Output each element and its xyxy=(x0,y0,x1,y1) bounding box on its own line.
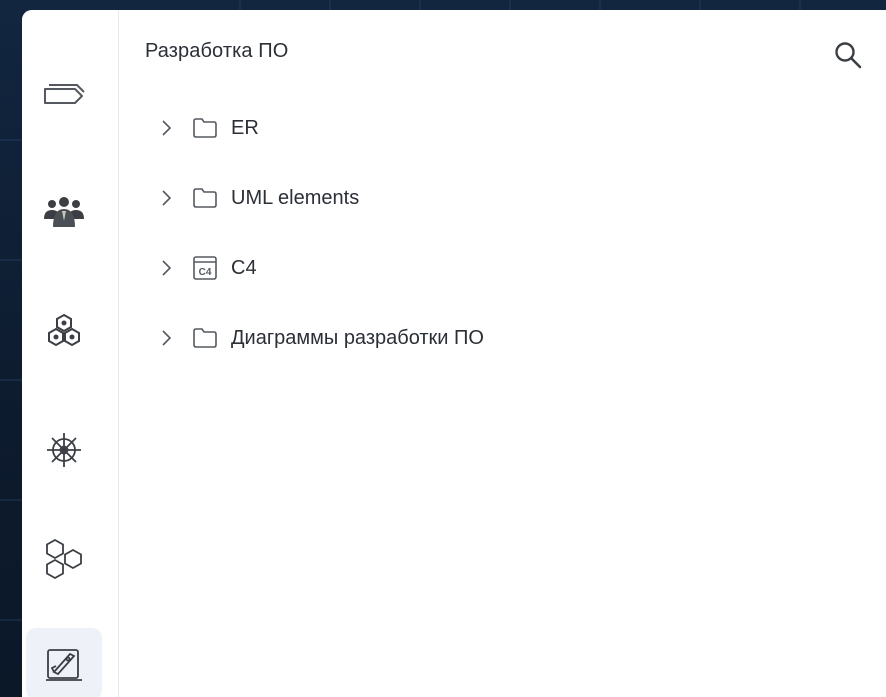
tree-content: Разработка ПО ER UML elements C4 C4 Диаг… xyxy=(119,10,886,697)
chevron-right-icon[interactable] xyxy=(155,117,177,139)
chevron-right-icon[interactable] xyxy=(155,257,177,279)
tree-item-label: ER xyxy=(231,116,259,139)
page-title: Разработка ПО xyxy=(145,40,289,62)
people-group-icon xyxy=(44,197,84,227)
tree-item-label: C4 xyxy=(231,256,257,279)
left-rail xyxy=(22,10,119,697)
folder-icon xyxy=(191,184,219,212)
cluster-icon xyxy=(48,313,80,347)
tree-item[interactable]: ER xyxy=(155,108,259,148)
ship-wheel-icon xyxy=(47,433,81,467)
tree-item[interactable]: UML elements xyxy=(155,178,359,218)
tree-item-label: UML elements xyxy=(231,186,360,209)
search-icon xyxy=(835,42,862,69)
chevron-right-icon[interactable] xyxy=(155,187,177,209)
rail-item-wheel[interactable] xyxy=(26,420,102,480)
hexagons-icon xyxy=(46,538,82,580)
c4-model-icon: C4 xyxy=(191,254,219,282)
tree-item[interactable]: C4 C4 xyxy=(155,248,257,288)
navigator-panel: Разработка ПО ER UML elements C4 C4 Диаг… xyxy=(22,10,886,697)
tags-icon xyxy=(44,84,85,104)
folder-icon xyxy=(191,324,219,352)
rail-item-hexagons[interactable] xyxy=(26,530,102,590)
rail-item-cluster[interactable] xyxy=(26,302,102,362)
folder-icon xyxy=(191,114,219,142)
rail-item-tags[interactable] xyxy=(26,66,102,126)
rail-item-people[interactable] xyxy=(26,182,102,242)
search-button[interactable] xyxy=(831,38,865,72)
chevron-right-icon[interactable] xyxy=(155,327,177,349)
tree-item-label: Диаграммы разработки ПО xyxy=(231,326,484,349)
rocket-board-icon xyxy=(46,649,82,681)
svg-text:C4: C4 xyxy=(199,267,212,278)
rail-item-development[interactable] xyxy=(26,628,102,697)
tree-item[interactable]: Диаграммы разработки ПО xyxy=(155,318,484,358)
